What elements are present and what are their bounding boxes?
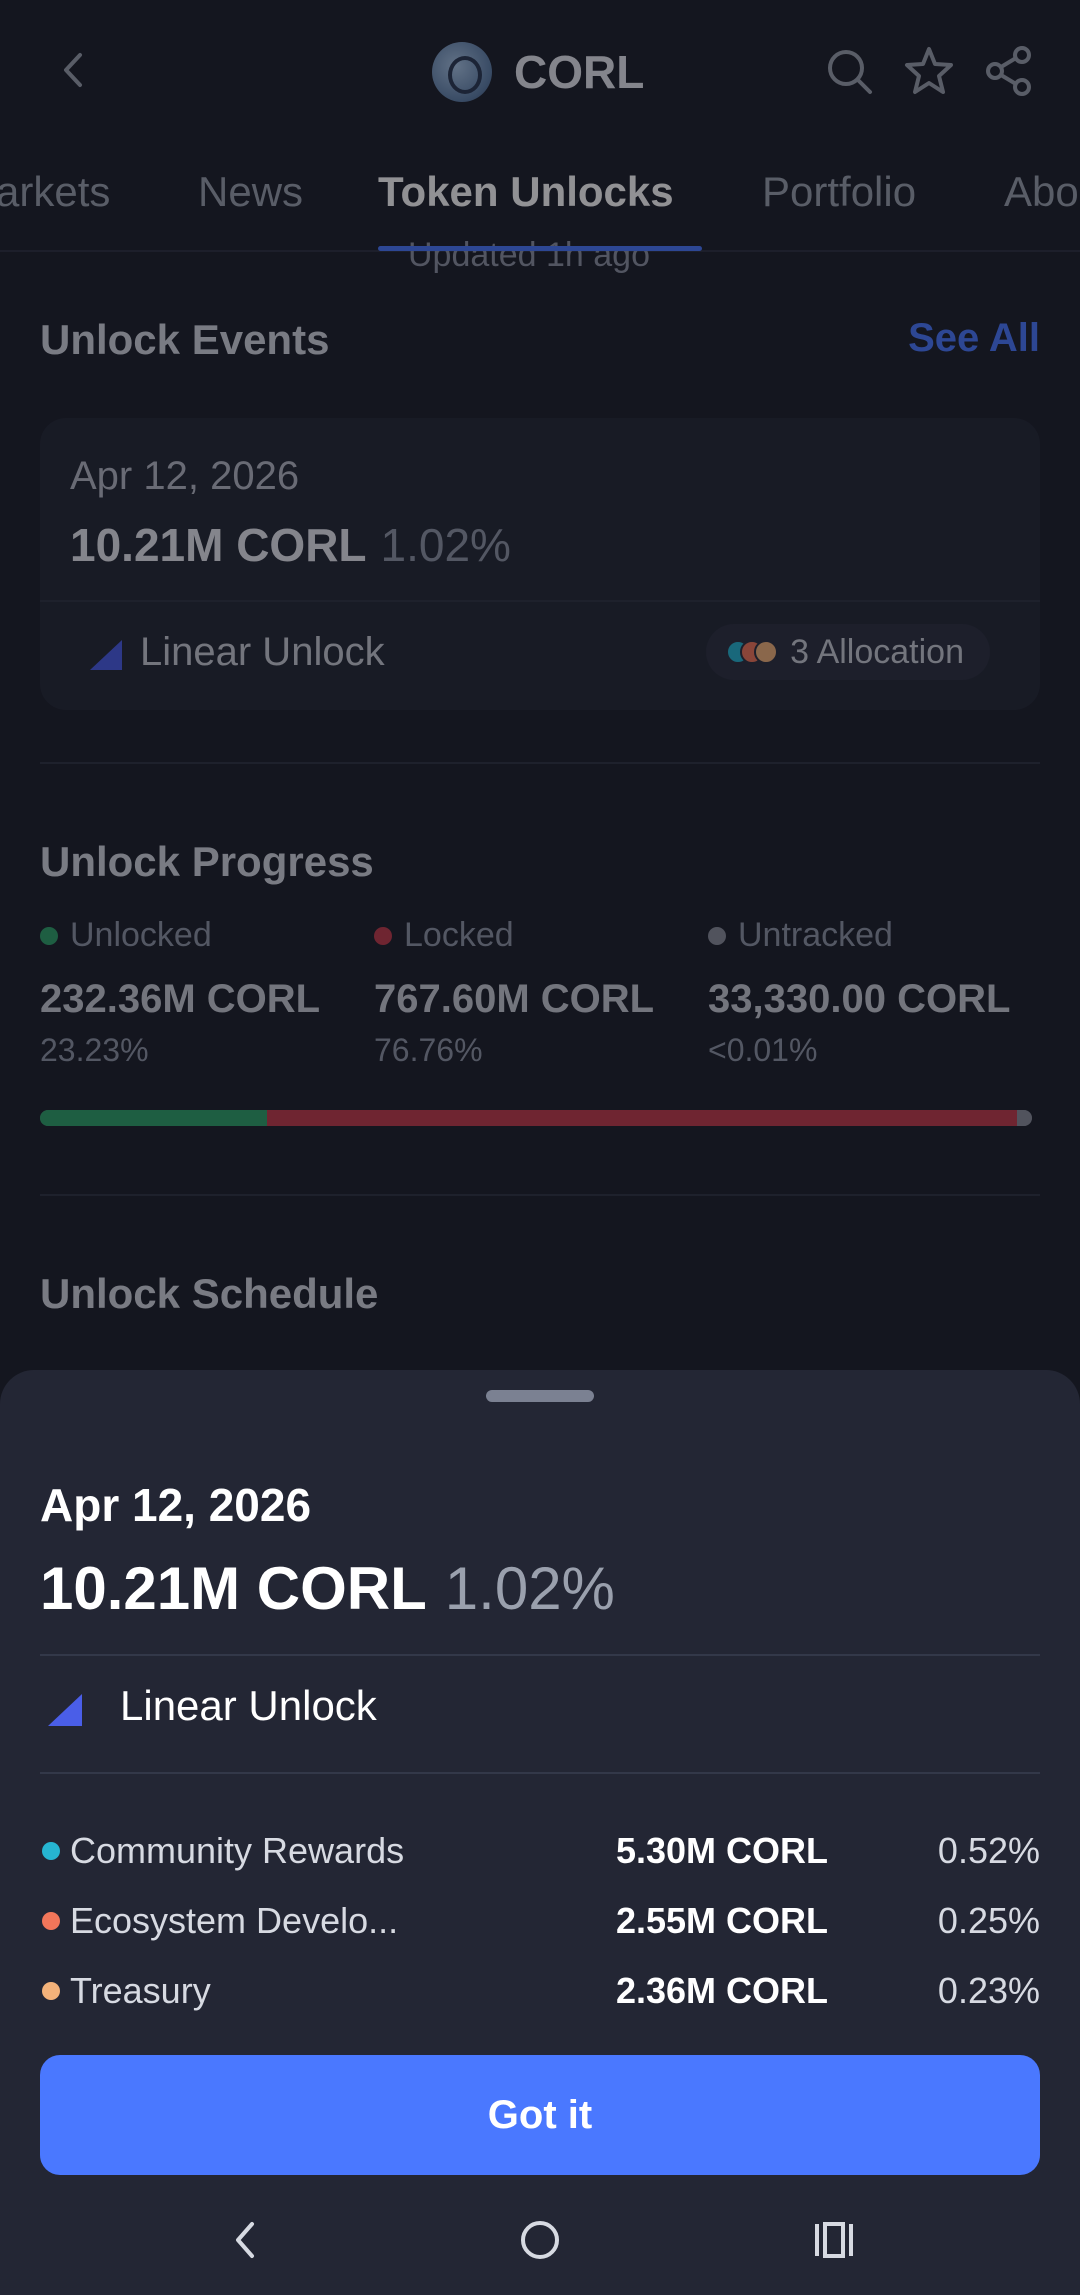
share-icon[interactable] <box>982 44 1036 98</box>
allocation-percent: 0.23% <box>937 1970 1040 2011</box>
page-title: CORL <box>514 46 645 98</box>
untracked-percent: <0.01% <box>708 1032 818 1068</box>
tab-token-unlocks[interactable]: Token Unlocks <box>378 168 674 216</box>
system-nav-bar <box>0 2190 1080 2295</box>
coin-title: CORL <box>432 40 644 104</box>
allocation-name: Community Rewards <box>70 1830 405 1871</box>
tab-news[interactable]: News <box>198 168 303 216</box>
active-tab-indicator <box>378 246 702 251</box>
allocation-amount: 2.55M CORL <box>615 1900 828 1941</box>
progress-untracked: Untracked 33,330.00 CORL <0.01% <box>708 916 1038 1069</box>
unlock-progress-title: Unlock Progress <box>40 838 374 885</box>
sheet-divider <box>40 1772 1040 1774</box>
back-nav-icon[interactable] <box>216 2210 276 2270</box>
updated-text: Updated 1h ago <box>408 236 650 274</box>
recents-nav-icon[interactable] <box>804 2210 864 2270</box>
tab-markets[interactable]: arkets <box>0 168 110 216</box>
event-amount-value: 10.21M CORL <box>70 519 367 571</box>
allocation-percent: 0.52% <box>937 1830 1040 1871</box>
star-icon[interactable] <box>902 44 956 98</box>
progress-locked: Locked 767.60M CORL 76.76% <box>374 916 704 1069</box>
allocation-dots-icon <box>726 640 779 664</box>
tab-about[interactable]: Abo <box>1004 168 1079 216</box>
unlock-events-title: Unlock Events <box>40 316 330 363</box>
linear-unlock-icon <box>90 640 122 670</box>
progress-bar-locked <box>267 1110 1018 1126</box>
event-divider <box>40 600 1040 602</box>
section-divider <box>40 1194 1040 1196</box>
sheet-unlock-type: Linear Unlock <box>120 1682 377 1729</box>
sheet-date: Apr 12, 2026 <box>40 1479 312 1531</box>
allocation-percent: 0.25% <box>937 1900 1040 1941</box>
progress-unlocked: Unlocked 232.36M CORL 23.23% <box>40 916 370 1069</box>
locked-percent: 76.76% <box>374 1032 483 1068</box>
unlock-progress-bar <box>40 1110 1032 1126</box>
allocation-name: Treasury <box>70 1970 211 2011</box>
unlock-schedule-title: Unlock Schedule <box>40 1270 379 1317</box>
unlocked-dot-icon <box>40 926 58 945</box>
sheet-amount-value: 10.21M CORL <box>40 1555 427 1622</box>
allocation-count: 3 Allocation <box>790 632 964 671</box>
tab-portfolio[interactable]: Portfolio <box>762 168 916 216</box>
coin-logo <box>432 42 492 102</box>
sheet-amount: 10.21M CORL 1.02% <box>40 1554 615 1623</box>
section-divider <box>40 762 1040 764</box>
unlocked-amount: 232.36M CORL <box>40 977 321 1021</box>
sheet-drag-handle[interactable] <box>486 1390 594 1402</box>
unlocked-percent: 23.23% <box>40 1032 149 1068</box>
allocation-amount: 2.36M CORL <box>615 1970 828 2011</box>
allocation-amount: 5.30M CORL <box>615 1830 828 1871</box>
allocation-name: Ecosystem Develo... <box>70 1900 399 1941</box>
unlock-event-card[interactable]: Apr 12, 2026 10.21M CORL 1.02% Linear Unl… <box>40 418 1040 710</box>
sheet-percent: 1.02% <box>444 1555 615 1622</box>
allocation-row: Ecosystem Develo... 2.55M CORL 0.25% <box>40 1900 1040 1956</box>
allocation-row: Community Rewards 5.30M CORL 0.52% <box>40 1830 1040 1886</box>
untracked-label: Untracked <box>738 916 893 954</box>
event-date: Apr 12, 2026 <box>70 454 300 498</box>
top-app-bar: CORL <box>0 0 1080 150</box>
progress-bar-untracked <box>1017 1110 1032 1126</box>
progress-bar-unlocked <box>40 1110 268 1126</box>
untracked-dot-icon <box>708 926 726 945</box>
tab-bar: arkets News Token Unlocks Portfolio Abo <box>0 150 1080 250</box>
event-amount: 10.21M CORL 1.02% <box>70 518 511 572</box>
event-type: Linear Unlock <box>140 630 385 674</box>
locked-dot-icon <box>374 926 392 945</box>
ecosystem-dot-icon <box>42 1912 60 1930</box>
locked-amount: 767.60M CORL <box>374 977 655 1021</box>
see-all-link[interactable]: See All <box>908 316 1040 361</box>
back-chevron-icon[interactable] <box>50 45 100 95</box>
community-dot-icon <box>42 1842 60 1860</box>
allocation-row: Treasury 2.36M CORL 0.23% <box>40 1970 1040 2026</box>
treasury-dot-icon <box>42 1982 60 2000</box>
search-icon[interactable] <box>822 44 876 98</box>
unlocked-label: Unlocked <box>70 916 212 954</box>
event-percent: 1.02% <box>380 519 511 571</box>
got-it-button[interactable]: Got it <box>40 2055 1040 2175</box>
home-nav-icon[interactable] <box>510 2210 570 2270</box>
locked-label: Locked <box>404 916 514 954</box>
linear-unlock-icon <box>48 1694 82 1726</box>
sheet-divider <box>40 1654 1040 1656</box>
untracked-amount: 33,330.00 CORL <box>708 977 1011 1021</box>
allocation-badge[interactable]: 3 Allocation <box>706 624 990 680</box>
